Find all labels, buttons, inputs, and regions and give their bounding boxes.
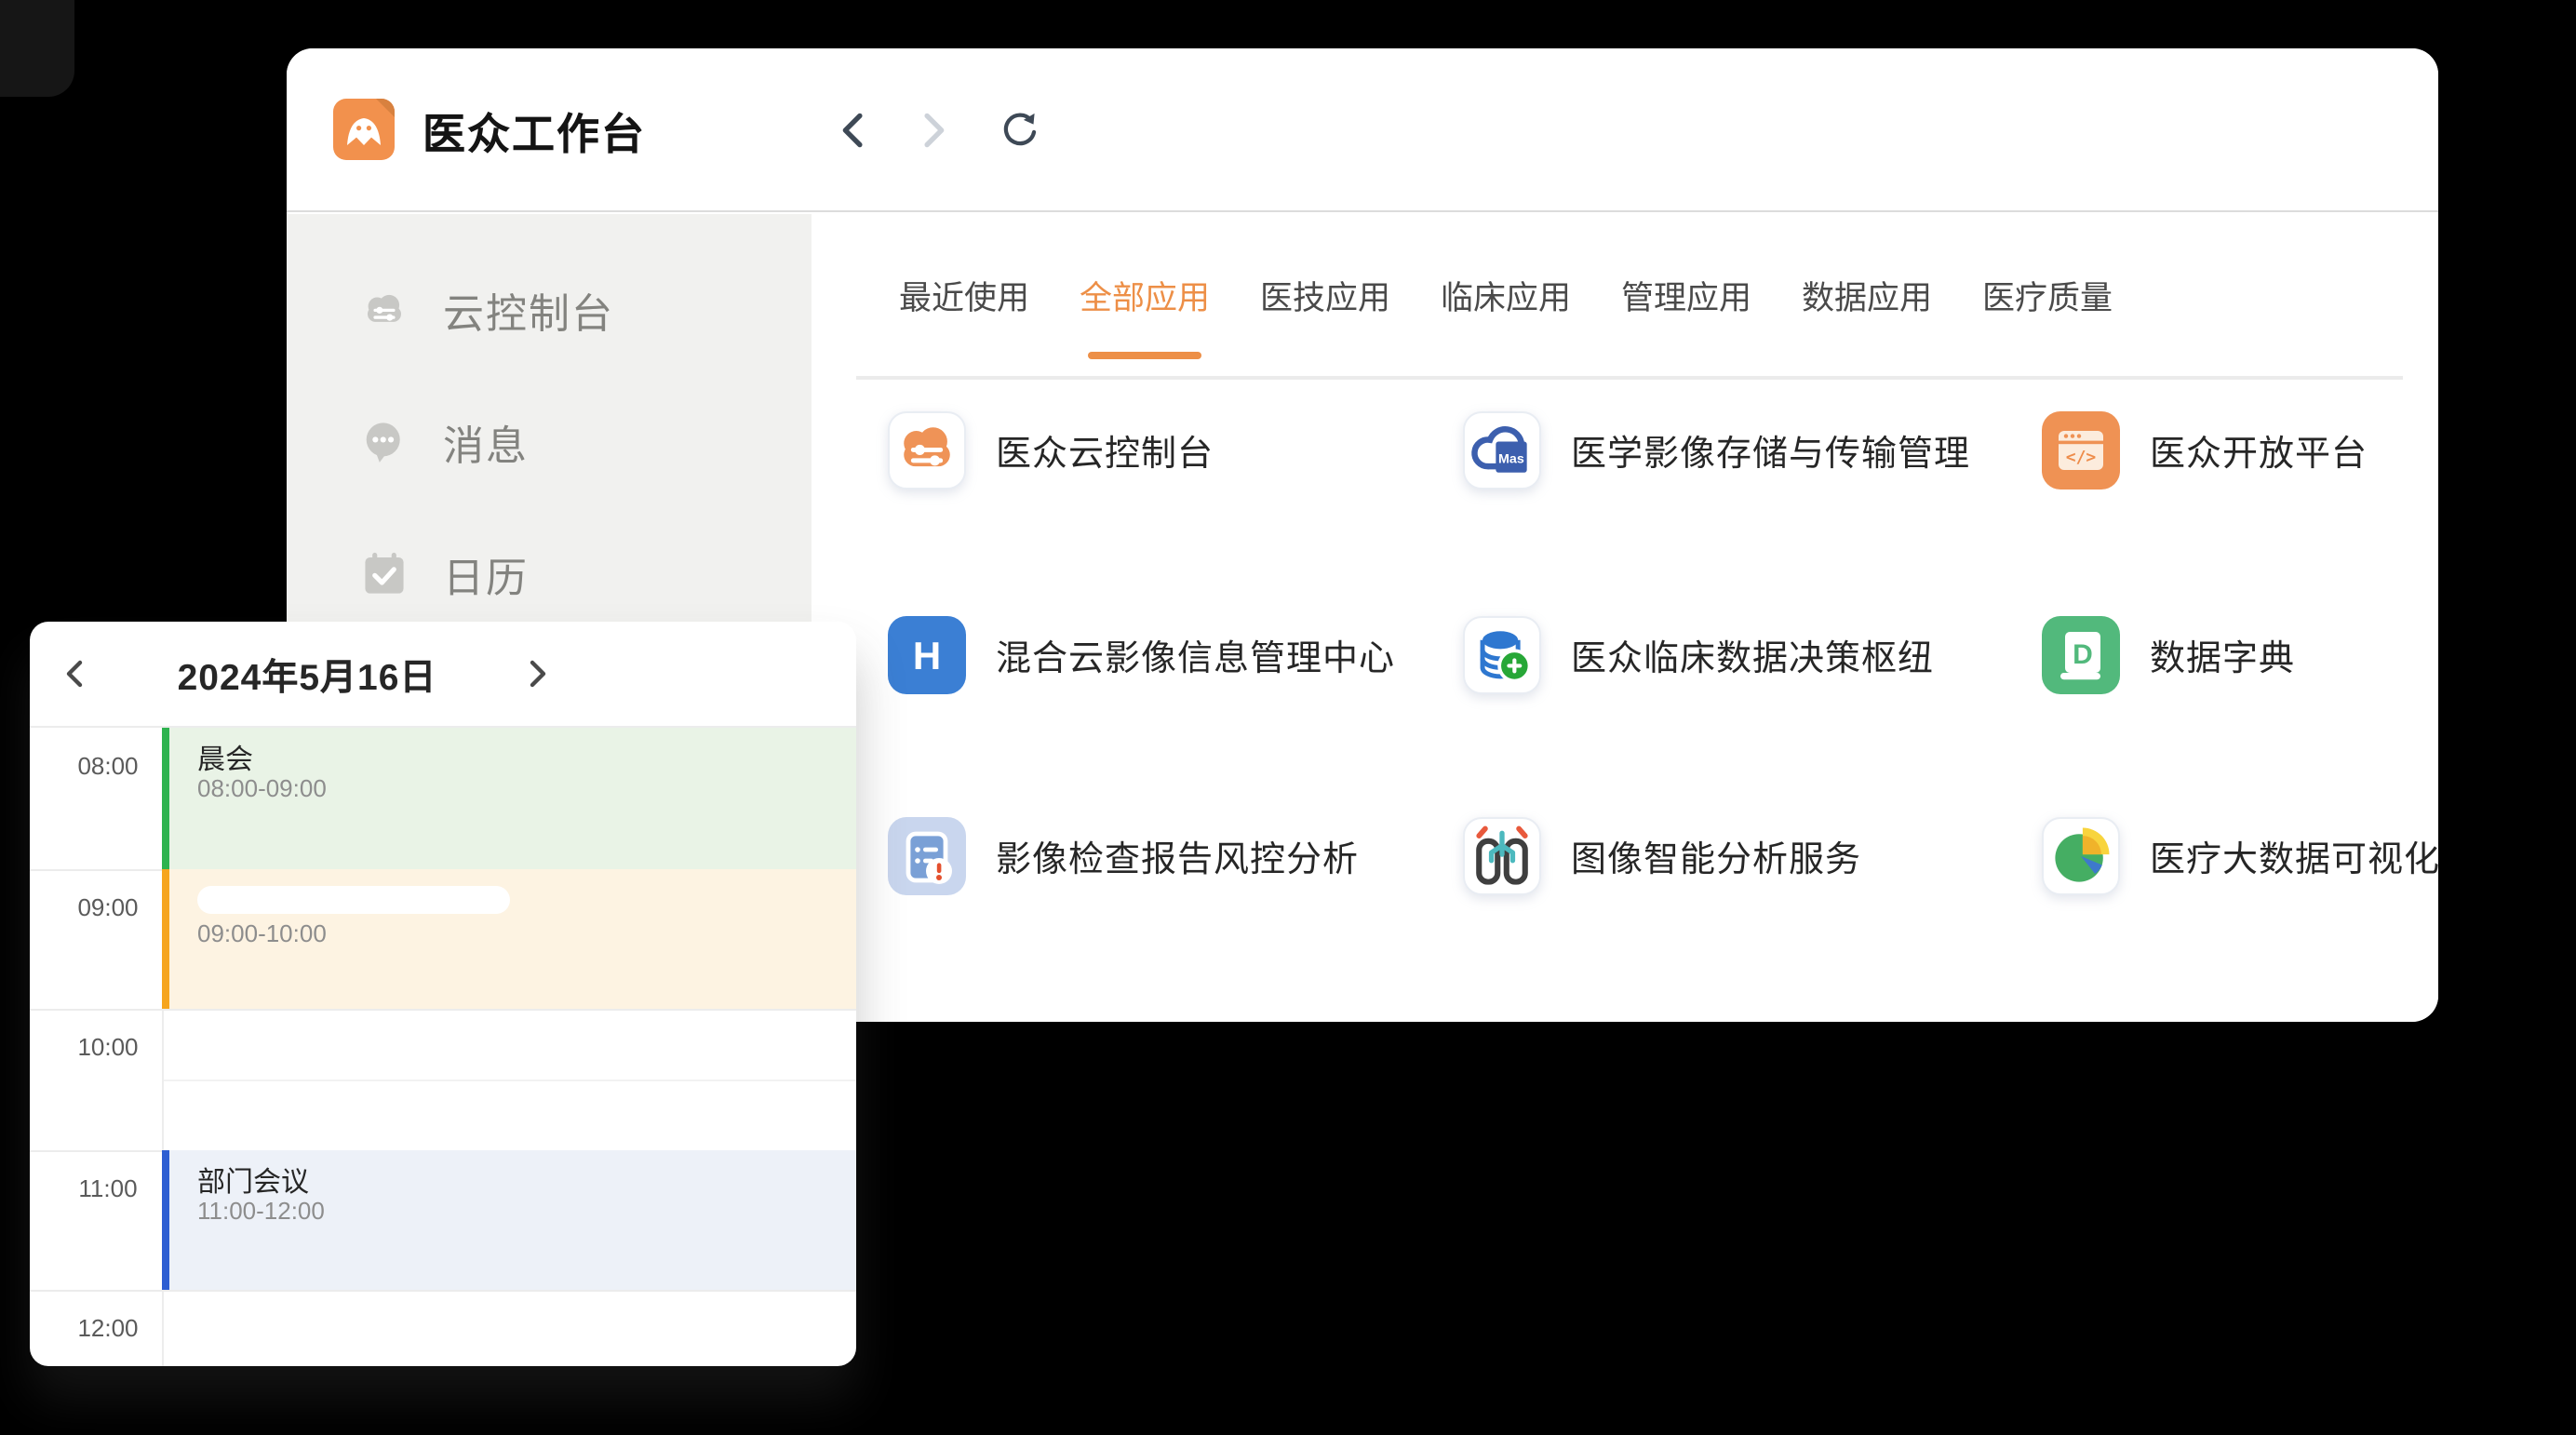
forward-button[interactable] — [914, 110, 955, 151]
mas-label: Mas — [1498, 451, 1524, 466]
database-plus-icon — [1465, 616, 1539, 694]
app-item-label: 混合云影像信息管理中心 — [996, 630, 1395, 680]
event-title-redacted-pill — [197, 885, 510, 913]
letter-h-icon: H — [888, 616, 966, 694]
calendar-event-morning-meeting[interactable]: 晨会 08:00-09:00 — [162, 728, 856, 868]
calendar-panel: 2024年5月16日 08:00 09:00 10:00 11:00 12:00… — [30, 622, 856, 1366]
hour-gridline — [30, 1009, 856, 1011]
app-item-label: 医众云控制台 — [996, 425, 1214, 476]
cloud-console-icon — [359, 285, 409, 335]
tab-divider — [856, 376, 2403, 380]
app-item-open-platform[interactable]: </> 医众开放平台 — [2042, 411, 2368, 490]
calendar-day-grid: 08:00 09:00 10:00 11:00 12:00 晨会 08:00-0… — [30, 728, 856, 1366]
tab-data-apps[interactable]: 数据应用 — [1802, 273, 1932, 319]
app-item-label: 医学影像存储与传输管理 — [1571, 425, 1970, 476]
calendar-date-title: 2024年5月16日 — [178, 647, 437, 701]
content-area: 最近使用 全部应用 医技应用 临床应用 管理应用 数据应用 医疗质量 — [812, 214, 2438, 1022]
tab-all-apps[interactable]: 全部应用 — [1080, 273, 1210, 319]
app-item-label: 医众临床数据决策枢纽 — [1571, 630, 1934, 680]
sidebar-item-label: 日历 — [443, 544, 529, 604]
time-label: 12:00 — [30, 1314, 162, 1342]
half-hour-gridline — [164, 1079, 856, 1080]
dictionary-icon: D — [2042, 616, 2120, 694]
tab-medtech-apps[interactable]: 医技应用 — [1260, 273, 1390, 319]
app-item-label: 医众开放平台 — [2150, 425, 2368, 476]
time-label: 09:00 — [30, 892, 162, 920]
report-alert-icon — [888, 817, 966, 895]
sidebar-item-label: 云控制台 — [443, 280, 614, 340]
app-item-imaging-storage[interactable]: Mas 医学影像存储与传输管理 — [1463, 411, 1970, 490]
code-window-icon: </> — [2042, 411, 2120, 490]
message-icon — [359, 417, 409, 467]
tab-recent[interactable]: 最近使用 — [899, 273, 1029, 319]
app-item-label: 图像智能分析服务 — [1571, 831, 1861, 881]
calendar-check-icon — [359, 549, 409, 599]
calendar-event-department-meeting[interactable]: 部门会议 11:00-12:00 — [162, 1149, 856, 1290]
tab-admin-apps[interactable]: 管理应用 — [1621, 273, 1751, 319]
event-time: 11:00-12:00 — [197, 1196, 325, 1224]
app-item-label: 医疗大数据可视化 — [2150, 831, 2438, 881]
tab-bar: 最近使用 全部应用 医技应用 临床应用 管理应用 数据应用 医疗质量 — [899, 214, 2113, 378]
pie-chart-icon — [2044, 817, 2118, 895]
stage: 医众工作台 — [0, 0, 2576, 1435]
app-item-hybrid-cloud-center[interactable]: H 混合云影像信息管理中心 — [888, 616, 1395, 694]
app-item-big-data-visualization[interactable]: 医疗大数据可视化 — [2042, 817, 2438, 895]
calendar-header: 2024年5月16日 — [30, 622, 856, 728]
event-title: 部门会议 — [197, 1160, 309, 1200]
app-item-data-dictionary[interactable]: D 数据字典 — [2042, 616, 2295, 694]
event-title: 晨会 — [197, 739, 253, 778]
background-window-corner — [0, 0, 74, 97]
app-item-report-risk-analysis[interactable]: 影像检查报告风控分析 — [888, 817, 1359, 895]
app-item-cloud-console[interactable]: 医众云控制台 — [888, 411, 1214, 490]
time-label: 08:00 — [30, 752, 162, 780]
cloud-sliders-icon — [890, 411, 964, 490]
cloud-mas-icon: Mas — [1465, 411, 1539, 490]
app-item-label: 影像检查报告风控分析 — [996, 831, 1359, 881]
h-label: H — [913, 634, 941, 677]
time-label: 10:00 — [30, 1033, 162, 1061]
calendar-prev-button[interactable] — [56, 657, 89, 691]
time-label: 11:00 — [30, 1173, 162, 1201]
app-logo-icon — [333, 99, 395, 160]
d-label: D — [2073, 639, 2093, 670]
tab-clinical-apps[interactable]: 临床应用 — [1441, 273, 1571, 319]
back-button[interactable] — [830, 110, 871, 151]
window-header: 医众工作台 — [287, 48, 2438, 212]
tab-quality[interactable]: 医疗质量 — [1982, 273, 2113, 319]
sidebar-item-messages[interactable]: 消息 — [287, 376, 812, 508]
hour-gridline — [30, 1290, 856, 1292]
lungs-icon — [1465, 817, 1539, 895]
refresh-button[interactable] — [998, 110, 1039, 151]
calendar-next-button[interactable] — [521, 657, 555, 691]
app-item-label: 数据字典 — [2150, 630, 2295, 680]
calendar-event-redacted[interactable]: 09:00-10:00 — [162, 868, 856, 1009]
app-title: 医众工作台 — [423, 98, 646, 161]
app-item-image-ai-analysis[interactable]: 图像智能分析服务 — [1463, 817, 1861, 895]
sidebar-item-cloud-console[interactable]: 云控制台 — [287, 244, 812, 376]
app-item-clinical-data-hub[interactable]: 医众临床数据决策枢纽 — [1463, 616, 1934, 694]
sidebar-item-calendar[interactable]: 日历 — [287, 508, 812, 640]
sidebar-item-label: 消息 — [443, 412, 529, 472]
nav-controls — [830, 48, 1039, 212]
code-label: </> — [2066, 448, 2097, 467]
event-time: 09:00-10:00 — [197, 919, 327, 946]
event-time: 08:00-09:00 — [197, 774, 327, 802]
